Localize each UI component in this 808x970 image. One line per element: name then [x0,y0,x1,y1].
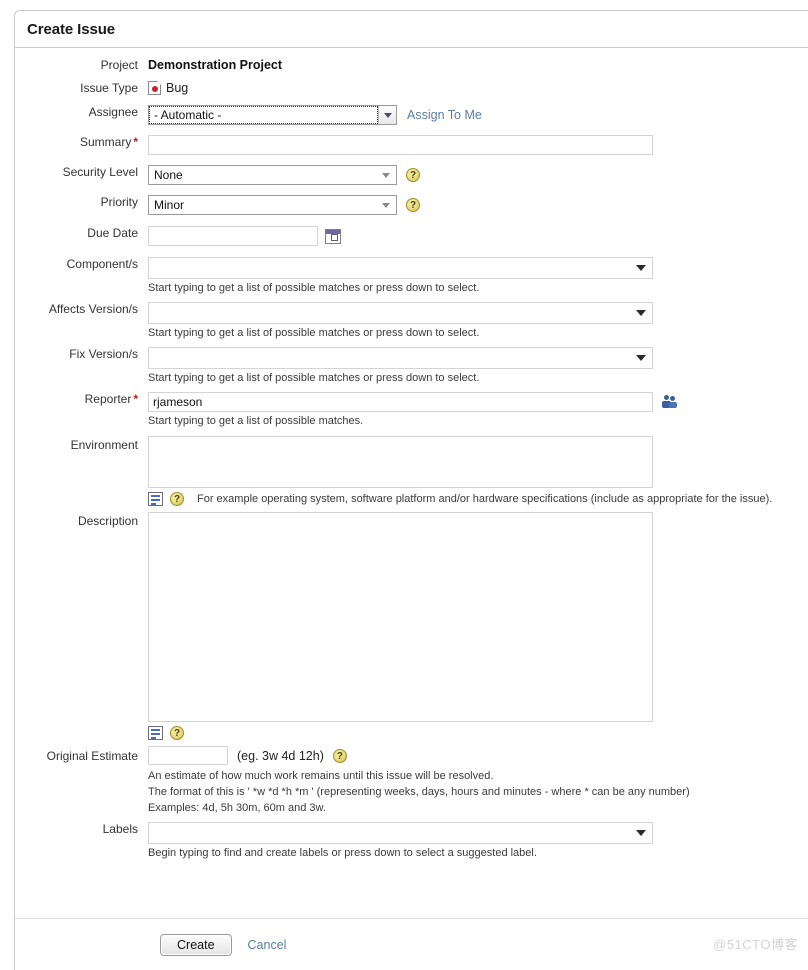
help-icon[interactable]: ? [406,168,420,182]
label-security-level: Security Level [62,165,138,179]
dialog-header: Create Issue [15,11,808,48]
original-estimate-example: (eg. 3w 4d 12h) [237,748,324,763]
page-title: Create Issue [27,20,116,38]
label-fix-versions: Fix Version/s [69,347,138,361]
label-affects-versions: Affects Version/s [48,302,138,316]
chevron-down-icon [636,830,646,836]
field-row-priority: Priority Minor ? [15,195,808,215]
field-row-affects-versions: Affects Version/s Start typing to get a … [15,302,808,340]
original-estimate-hint-3: Examples: 4d, 5h 30m, 60m and 3w. [148,802,326,814]
help-icon[interactable]: ? [170,726,184,740]
security-level-value: None [154,168,183,182]
fix-versions-select[interactable] [148,347,653,369]
field-row-project: Project Demonstration Project [15,58,808,72]
field-row-environment: Environment ? For example operating syst… [15,436,808,506]
label-environment: Environment [70,438,138,452]
preview-icon[interactable] [148,492,163,506]
create-issue-form: Project Demonstration Project Issue Type… [15,48,808,860]
chevron-down-icon [636,355,646,361]
form-footer: Create Cancel [15,918,808,970]
assignee-select-value: - Automatic - [149,106,378,124]
reporter-input[interactable] [148,392,653,412]
reporter-hint: Start typing to get a list of possible m… [148,415,364,427]
label-priority: Priority [100,195,138,209]
chevron-down-icon [382,202,390,208]
label-description: Description [77,514,138,528]
label-assignee: Assignee [88,105,138,119]
watermark: @51CTO博客 [713,937,798,952]
help-icon[interactable]: ? [332,748,347,763]
calendar-icon[interactable] [325,228,341,244]
field-row-due-date: Due Date [15,226,808,246]
field-row-security-level: Security Level None ? [15,165,808,185]
help-icon[interactable]: ? [170,492,184,506]
due-date-input[interactable] [148,226,318,246]
label-reporter: Reporter * [84,392,138,406]
label-due-date: Due Date [87,226,138,240]
cancel-link[interactable]: Cancel [248,938,287,952]
label-project: Project [100,58,138,72]
field-row-reporter: Reporter* Start typing to get a list of … [15,392,808,428]
environment-hint: For example operating system, software p… [197,493,773,505]
create-issue-panel: Create Issue Project Demonstration Proje… [14,10,808,970]
required-marker: * [133,392,138,406]
chevron-down-icon [382,172,390,178]
field-row-assignee: Assignee - Automatic - Assign To Me [15,105,808,125]
assignee-select[interactable]: - Automatic - [148,105,397,125]
affects-versions-hint: Start typing to get a list of possible m… [148,327,480,339]
create-button[interactable]: Create [160,933,232,956]
issue-type-value: Bug [166,81,189,95]
label-issue-type: Issue Type [80,81,138,95]
help-icon[interactable]: ? [406,198,420,212]
project-value: Demonstration Project [148,58,283,72]
fix-versions-hint: Start typing to get a list of possible m… [148,372,480,384]
chevron-down-icon [636,310,646,316]
affects-versions-select[interactable] [148,302,653,324]
field-row-description: Description ? [15,512,808,740]
field-row-original-estimate: Original Estimate (eg. 3w 4d 12h) ? An e… [15,746,808,815]
labels-hint: Begin typing to find and create labels o… [148,847,537,859]
field-row-summary: Summary * [15,135,808,155]
field-row-labels: Labels Begin typing to find and create l… [15,822,808,860]
user-picker-icon[interactable] [662,394,677,410]
summary-input[interactable] [148,135,653,155]
components-hint: Start typing to get a list of possible m… [148,282,480,294]
bug-icon [148,81,161,95]
environment-textarea[interactable] [148,436,653,488]
preview-icon[interactable] [148,726,163,740]
label-labels: Labels [102,822,138,836]
original-estimate-hint-1: An estimate of how much work remains unt… [148,770,494,782]
priority-value: Minor [154,198,185,212]
original-estimate-input[interactable] [148,746,228,765]
original-estimate-hint-2: The format of this is ' *w *d *h *m ' (r… [148,786,690,798]
label-summary: Summary * [79,135,138,149]
field-row-issue-type: Issue Type Bug [15,81,808,95]
description-textarea[interactable] [148,512,653,722]
priority-select[interactable]: Minor [148,195,397,215]
field-row-components: Component/s Start typing to get a list o… [15,257,808,295]
label-components: Component/s [66,257,138,271]
labels-select[interactable] [148,822,653,844]
required-marker: * [133,135,138,149]
chevron-down-icon[interactable] [378,106,396,124]
field-row-fix-versions: Fix Version/s Start typing to get a list… [15,347,808,385]
security-level-select[interactable]: None [148,165,397,185]
assign-to-me-link[interactable]: Assign To Me [407,108,482,122]
components-select[interactable] [148,257,653,279]
label-original-estimate: Original Estimate [46,749,138,763]
chevron-down-icon [636,265,646,271]
